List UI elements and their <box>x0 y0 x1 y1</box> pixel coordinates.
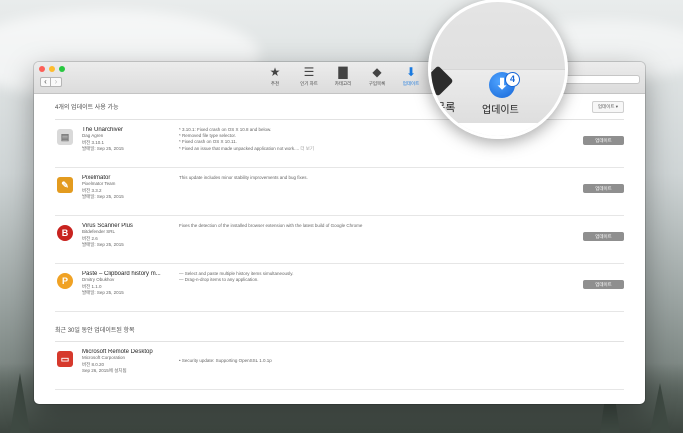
app-meta: Pixelmator Pixelmator Team 버전 3.3.2 발매일:… <box>82 175 177 201</box>
update-button[interactable]: 업데이트 <box>583 184 624 193</box>
release-note-line: * Fixed an issue that made unpacked appl… <box>179 146 569 152</box>
updates-content: 4개의 업데이트 사용 가능 업데이트 ▾ ▤ The Unarchiver D… <box>34 94 645 390</box>
window-controls <box>39 66 65 72</box>
update-row-paste: P Paste – Clipboard history m... Dmitry … <box>55 264 624 312</box>
the-unarchiver-icon[interactable]: ▤ <box>57 129 73 145</box>
release-date: 발매일: Sep 25, 2015 <box>82 290 124 295</box>
forward-button[interactable]: › <box>51 77 62 87</box>
install-date: Sep 26, 2015에 설치됨 <box>82 368 127 373</box>
app-meta: The Unarchiver Dag Agren 버전 3.10.1 발매일: … <box>82 127 177 153</box>
tab-label: 구입목록 <box>368 81 386 86</box>
toolbar-tabs: ★ 추천 ☰ 인기 차트 ▇ 카테고리 ◆ 구입목록 ⬇ 업데이트 <box>260 66 426 87</box>
pixelmator-icon[interactable]: ✎ <box>57 177 73 193</box>
update-button[interactable]: 업데이트 <box>583 232 624 241</box>
recent-section-header: 최근 30일 동안 업데이트된 항목 <box>55 312 624 342</box>
list-icon: ☰ <box>303 65 315 79</box>
magnified-updates-label: 업데이트 <box>482 105 519 116</box>
tag-icon: ◆ <box>372 65 382 79</box>
release-note-line: — Drag-n-drop items to any application. <box>179 277 259 283</box>
magnifier-callout: 입목록 ⬇ 4 업데이트 <box>428 0 568 139</box>
update-all-button[interactable]: 업데이트 ▾ <box>591 100 624 113</box>
back-button[interactable]: ‹ <box>40 77 51 87</box>
paste-icon[interactable]: P <box>57 273 73 289</box>
virus-scanner-plus-icon[interactable]: B <box>57 225 73 241</box>
star-icon: ★ <box>269 65 281 79</box>
update-icon: ⬇ <box>405 65 417 79</box>
magnified-purchased-label: 입목록 <box>428 102 456 114</box>
release-date: 발매일: Sep 25, 2015 <box>82 242 124 247</box>
update-row-virus-scanner-plus: B Virus Scanner Plus Bitdefender SRL 버전 … <box>55 216 624 264</box>
close-window-button[interactable] <box>39 66 45 72</box>
box-icon: ▇ <box>338 65 348 79</box>
tab-top-charts[interactable]: ☰ 인기 차트 <box>294 66 324 87</box>
update-row-pixelmator: ✎ Pixelmator Pixelmator Team 버전 3.3.2 발매… <box>55 168 624 216</box>
tree <box>650 383 670 433</box>
minimize-window-button[interactable] <box>49 66 55 72</box>
zoom-window-button[interactable] <box>59 66 65 72</box>
updates-available-title: 4개의 업데이트 사용 가능 <box>55 105 119 111</box>
tab-purchased[interactable]: ◆ 구입목록 <box>362 66 392 87</box>
recent-row-microsoft-remote-desktop: ▭ Microsoft Remote Desktop Microsoft Cor… <box>55 342 624 390</box>
tab-label: 추천 <box>270 81 280 86</box>
more-link[interactable]: 더 보기 <box>300 146 314 151</box>
update-count-badge: 4 <box>505 72 520 87</box>
magnified-content <box>431 123 565 136</box>
release-note-line: This update includes minor stability imp… <box>179 175 308 180</box>
tree <box>10 373 30 433</box>
tab-categories[interactable]: ▇ 카테고리 <box>328 66 358 87</box>
recent-updates-title: 최근 30일 동안 업데이트된 항목 <box>55 328 135 334</box>
tab-updates[interactable]: ⬇ 업데이트 <box>396 66 426 87</box>
tab-featured[interactable]: ★ 추천 <box>260 66 290 87</box>
tab-label: 카테고리 <box>334 81 352 86</box>
tab-label: 인기 차트 <box>300 81 318 86</box>
tab-label: 업데이트 <box>402 81 420 86</box>
update-button[interactable]: 업데이트 <box>583 136 624 145</box>
app-meta: Microsoft Remote Desktop Microsoft Corpo… <box>82 349 177 375</box>
app-meta: Paste – Clipboard history m... Dmitry Ob… <box>82 271 177 297</box>
release-note-line: • Security update: Supporting OpenSSL 1.… <box>179 358 272 363</box>
release-note-text: * Fixed an issue that made unpacked appl… <box>179 145 300 151</box>
release-notes: — Select and paste multiple history item… <box>179 271 569 283</box>
release-date: 발매일: Sep 25, 2015 <box>82 194 124 199</box>
release-notes: This update includes minor stability imp… <box>179 175 569 181</box>
microsoft-remote-desktop-icon[interactable]: ▭ <box>57 351 73 367</box>
release-date: 발매일: Sep 25, 2015 <box>82 146 124 151</box>
navigation-buttons: ‹ › <box>40 77 62 87</box>
release-notes: • Security update: Supporting OpenSSL 1.… <box>179 358 569 364</box>
release-notes: Fixes the detection of the installed bro… <box>179 223 569 229</box>
update-button[interactable]: 업데이트 <box>583 280 624 289</box>
release-note-line: Fixes the detection of the installed bro… <box>179 223 363 228</box>
app-meta: Virus Scanner Plus Bitdefender SRL 버전 2.… <box>82 223 177 249</box>
